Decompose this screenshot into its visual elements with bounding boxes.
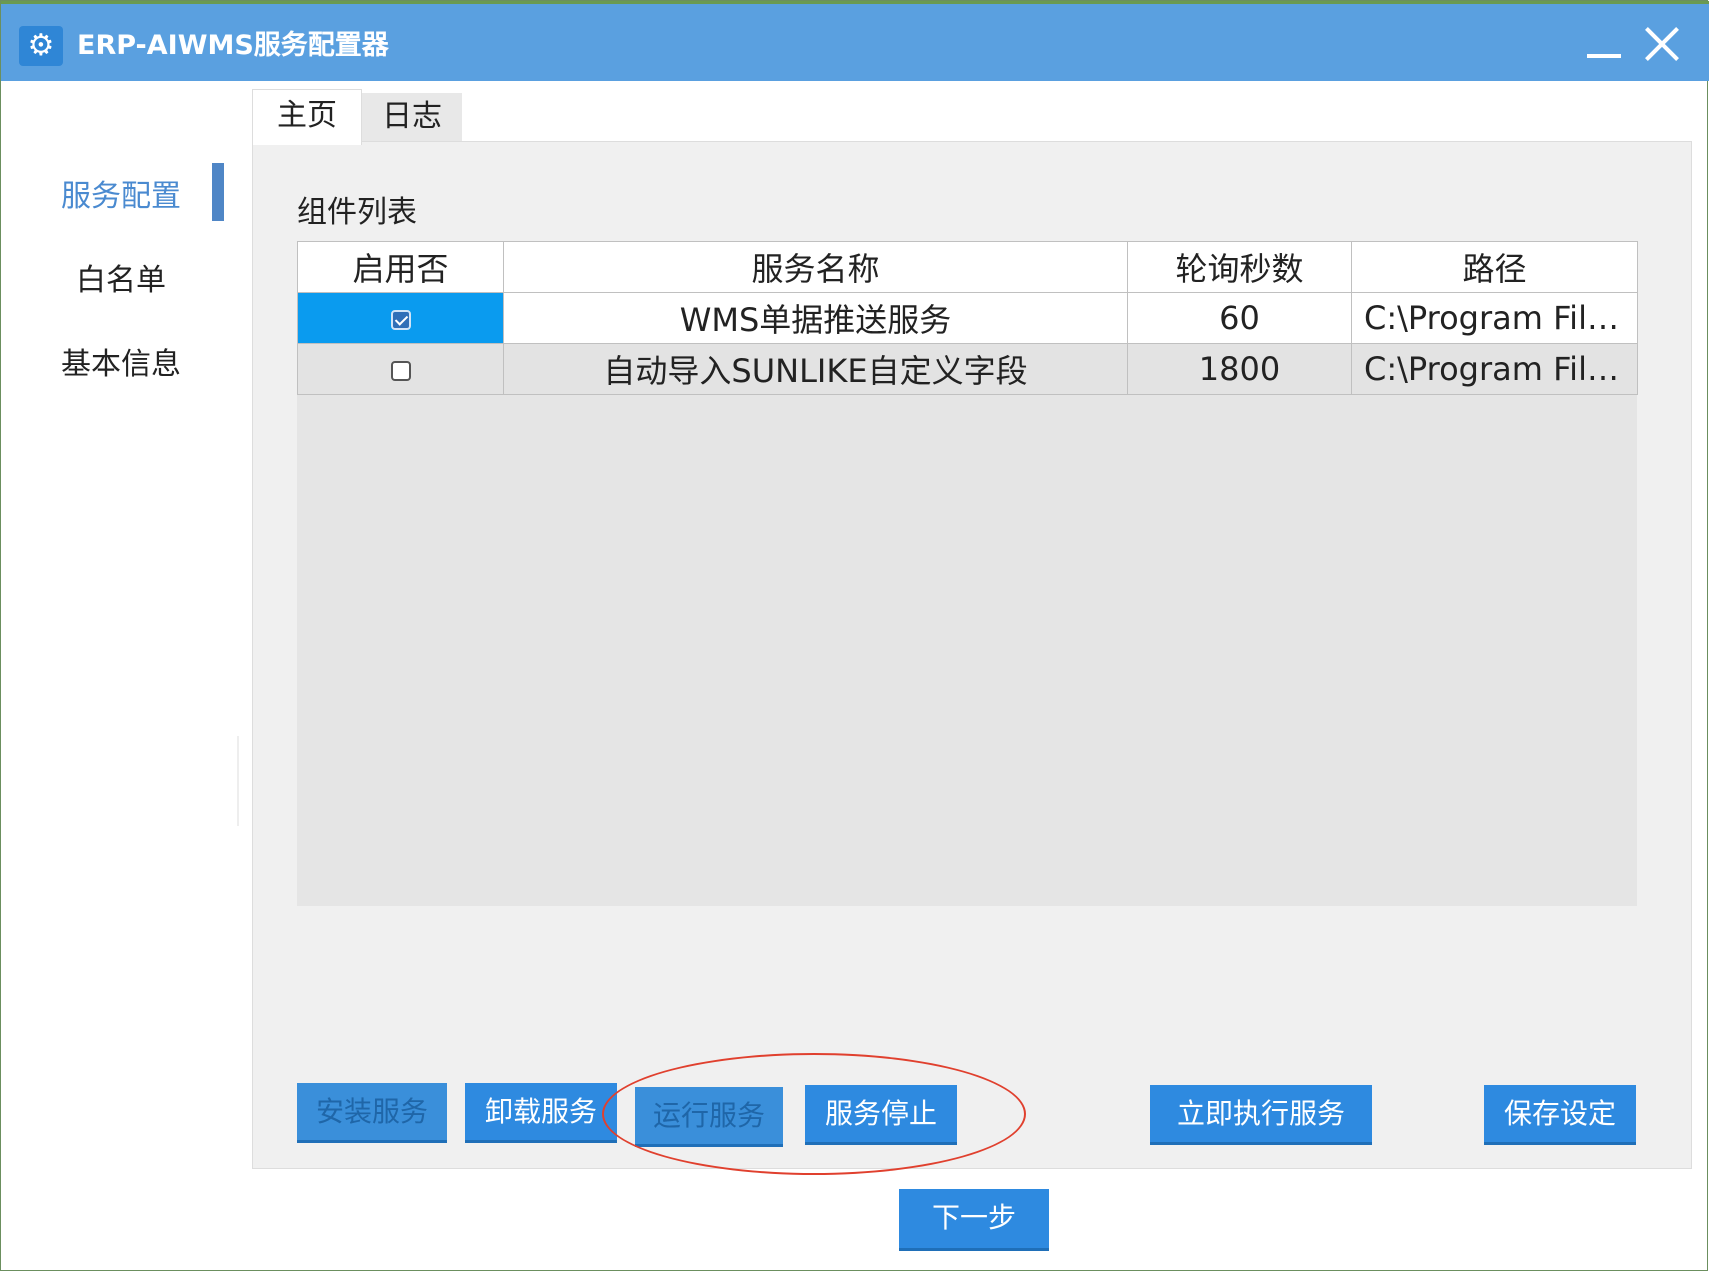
- title-bar[interactable]: ⚙ ERP-AIWMS服务配置器: [1, 1, 1709, 81]
- stop-service-button[interactable]: 服务停止: [805, 1085, 957, 1145]
- enabled-cell[interactable]: [297, 292, 504, 344]
- column-header-path[interactable]: 路径: [1351, 241, 1638, 293]
- enabled-checkbox[interactable]: [390, 361, 411, 381]
- enabled-cell[interactable]: [297, 343, 504, 395]
- window-title: ERP-AIWMS服务配置器: [77, 30, 389, 61]
- column-header-interval[interactable]: 轮询秒数: [1127, 241, 1352, 293]
- tab-home[interactable]: 主页: [252, 89, 362, 145]
- next-step-button[interactable]: 下一步: [899, 1189, 1049, 1251]
- sidebar-item-whitelist[interactable]: 白名单: [21, 255, 221, 299]
- interval-cell[interactable]: 60: [1127, 292, 1352, 344]
- table-row[interactable]: WMS单据推送服务 60 C:\Program File...: [297, 292, 1638, 344]
- save-settings-button[interactable]: 保存设定: [1484, 1085, 1636, 1145]
- table-row[interactable]: 自动导入SUNLIKE自定义字段 1800 C:\Program File...: [297, 343, 1638, 395]
- uninstall-service-button[interactable]: 卸载服务: [465, 1083, 617, 1143]
- column-header-enabled[interactable]: 启用否: [297, 241, 504, 293]
- run-service-button[interactable]: 运行服务: [635, 1087, 783, 1147]
- close-button[interactable]: [1637, 20, 1687, 70]
- path-cell[interactable]: C:\Program File...: [1351, 343, 1638, 395]
- sidebar-item-service-config[interactable]: 服务配置: [21, 171, 221, 215]
- sidebar-item-basic-info[interactable]: 基本信息: [21, 339, 221, 383]
- component-list-title: 组件列表: [297, 195, 417, 230]
- install-service-button[interactable]: 安装服务: [297, 1083, 447, 1143]
- service-name-cell[interactable]: WMS单据推送服务: [503, 292, 1128, 344]
- gear-icon: ⚙: [19, 26, 63, 66]
- service-name-cell[interactable]: 自动导入SUNLIKE自定义字段: [503, 343, 1128, 395]
- app-window: ⚙ ERP-AIWMS服务配置器 服务配置 白名单 基本信息 主页 日志 组件列…: [0, 0, 1709, 1271]
- sidebar-scrollbar[interactable]: [237, 736, 239, 826]
- execute-now-button[interactable]: 立即执行服务: [1150, 1085, 1372, 1145]
- component-table: 启用否 服务名称 轮询秒数 路径 WMS单据推送服务 60 C:\Program…: [297, 241, 1638, 395]
- enabled-checkbox[interactable]: [390, 310, 411, 330]
- sidebar-active-indicator: [212, 163, 224, 221]
- path-cell[interactable]: C:\Program File...: [1351, 292, 1638, 344]
- interval-cell[interactable]: 1800: [1127, 343, 1352, 395]
- column-header-service-name[interactable]: 服务名称: [503, 241, 1128, 293]
- minimize-button[interactable]: [1579, 22, 1629, 66]
- tab-log[interactable]: 日志: [362, 93, 462, 141]
